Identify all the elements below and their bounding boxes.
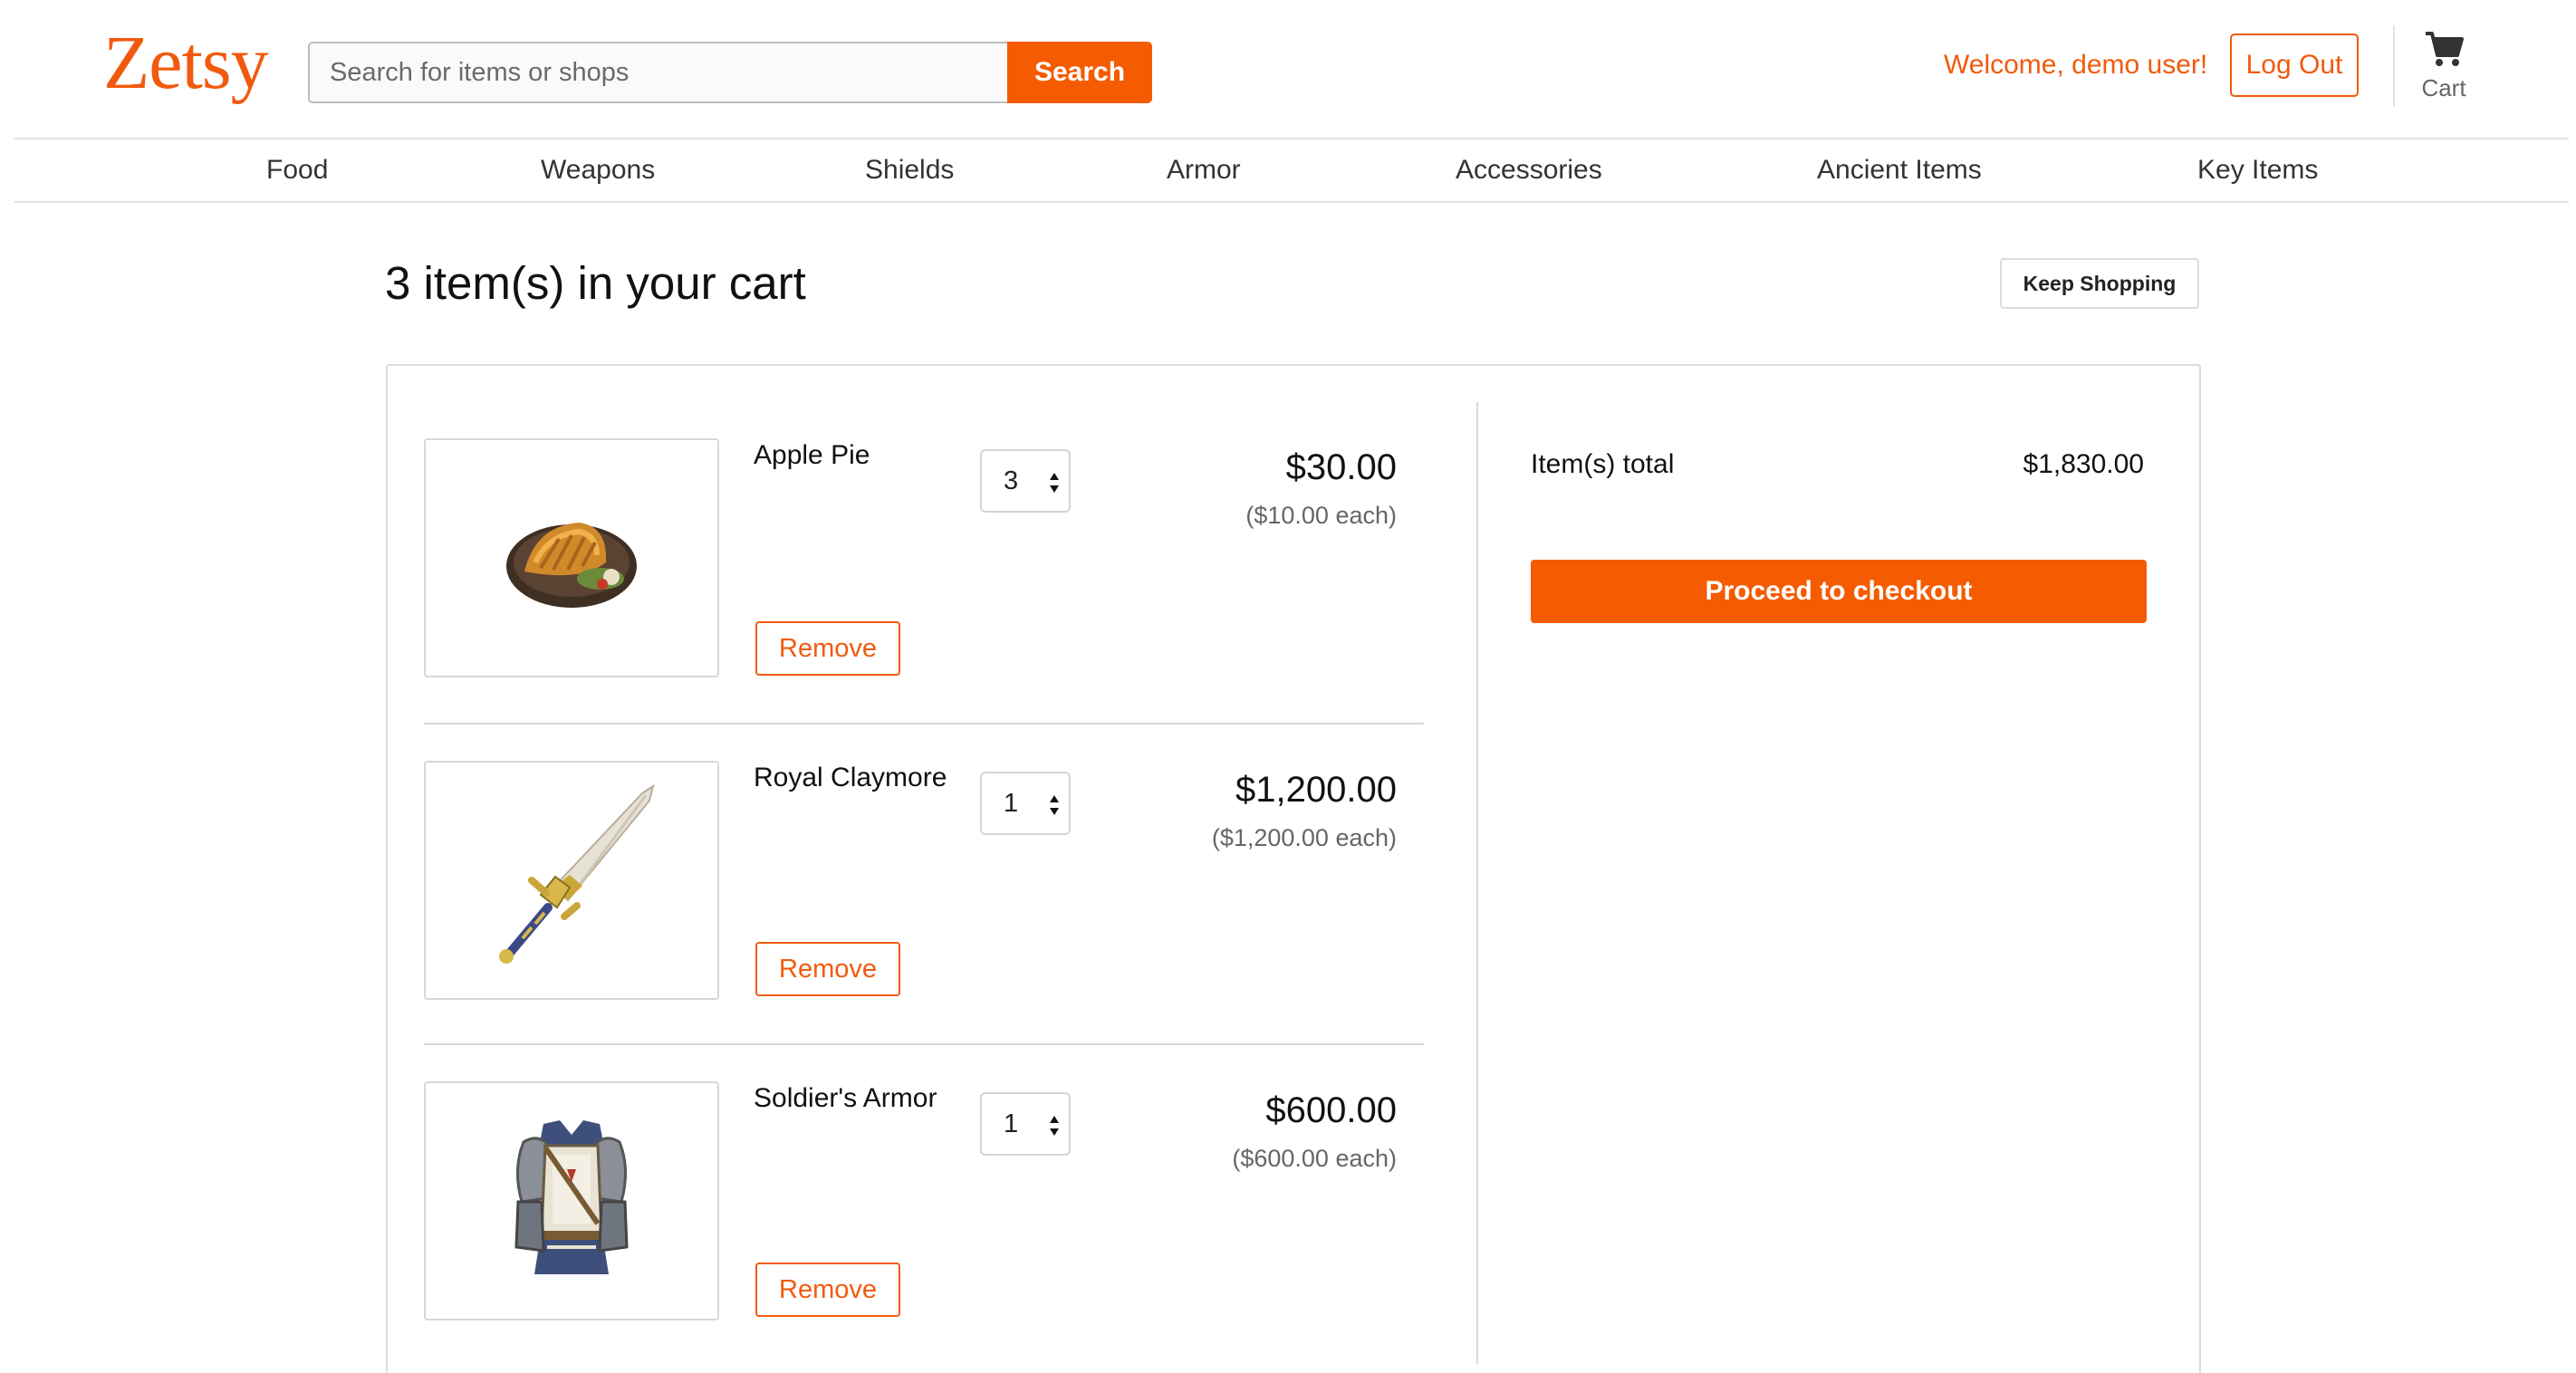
select-arrows-icon: [1050, 473, 1059, 493]
nav-item-shields[interactable]: Shields: [865, 155, 954, 186]
remove-button[interactable]: Remove: [755, 621, 900, 676]
keep-shopping-button[interactable]: Keep Shopping: [2000, 258, 2199, 309]
welcome-message: Welcome, demo user!: [1944, 50, 2208, 80]
quantity-value: 1: [1004, 1109, 1019, 1138]
category-nav: Food Weapons Shields Armor Accessories A…: [0, 139, 2576, 203]
quantity-select[interactable]: 1: [980, 772, 1071, 835]
row-divider: [424, 723, 1424, 725]
cart-item-unit-price: ($10.00 each): [1245, 502, 1397, 529]
nav-item-accessories[interactable]: Accessories: [1456, 155, 1602, 186]
cart-item-price: $1,200.00: [1235, 770, 1397, 810]
select-arrows-icon: [1050, 1116, 1059, 1136]
panel-divider: [1476, 402, 1478, 1364]
site-logo[interactable]: Zetsy: [103, 25, 269, 101]
search-bar: Search: [308, 42, 1152, 103]
cart-item-price: $600.00: [1265, 1090, 1397, 1130]
quantity-value: 3: [1004, 466, 1019, 495]
select-arrows-icon: [1050, 795, 1059, 815]
cart-item-name[interactable]: Royal Claymore: [754, 763, 947, 793]
nav-item-ancient-items[interactable]: Ancient Items: [1817, 155, 1982, 186]
proceed-to-checkout-button[interactable]: Proceed to checkout: [1531, 560, 2147, 623]
cart-item-image[interactable]: [424, 438, 719, 677]
header-divider: [2393, 25, 2395, 107]
cart-item-image[interactable]: [424, 761, 719, 1000]
quantity-select[interactable]: 1: [980, 1092, 1071, 1156]
nav-rule: [14, 201, 2569, 203]
cart-item-name[interactable]: Soldier's Armor: [754, 1083, 937, 1114]
search-button[interactable]: Search: [1007, 42, 1152, 103]
quantity-select[interactable]: 3: [980, 449, 1071, 513]
row-divider: [424, 1043, 1424, 1045]
claymore-image: [499, 783, 655, 964]
cart-item-unit-price: ($600.00 each): [1232, 1145, 1397, 1172]
remove-button[interactable]: Remove: [755, 1263, 900, 1317]
cart-item-image[interactable]: [424, 1081, 719, 1320]
logout-button[interactable]: Log Out: [2230, 34, 2359, 97]
cart-item-price: $30.00: [1285, 447, 1397, 487]
cart-icon: [2426, 32, 2464, 66]
remove-button[interactable]: Remove: [755, 942, 900, 996]
nav-item-food[interactable]: Food: [266, 155, 328, 186]
armor-image: [514, 1120, 629, 1274]
cart-item-unit-price: ($1,200.00 each): [1211, 824, 1397, 851]
quantity-value: 1: [1004, 788, 1019, 818]
items-total-label: Item(s) total: [1531, 449, 1675, 479]
items-total-value: $1,830.00: [2023, 449, 2144, 479]
nav-item-key-items[interactable]: Key Items: [2197, 155, 2318, 186]
search-input[interactable]: [308, 42, 1007, 103]
site-header: Zetsy Search Welcome, demo user! Log Out…: [0, 0, 2576, 138]
cart-item-name[interactable]: Apple Pie: [754, 440, 870, 471]
cart-link[interactable]: Cart: [2406, 31, 2482, 112]
cart-label: Cart: [2421, 74, 2466, 101]
nav-item-weapons[interactable]: Weapons: [541, 155, 655, 186]
apple-pie-image: [506, 523, 637, 608]
nav-item-armor[interactable]: Armor: [1167, 155, 1241, 186]
page-title: 3 item(s) in your cart: [385, 257, 806, 309]
